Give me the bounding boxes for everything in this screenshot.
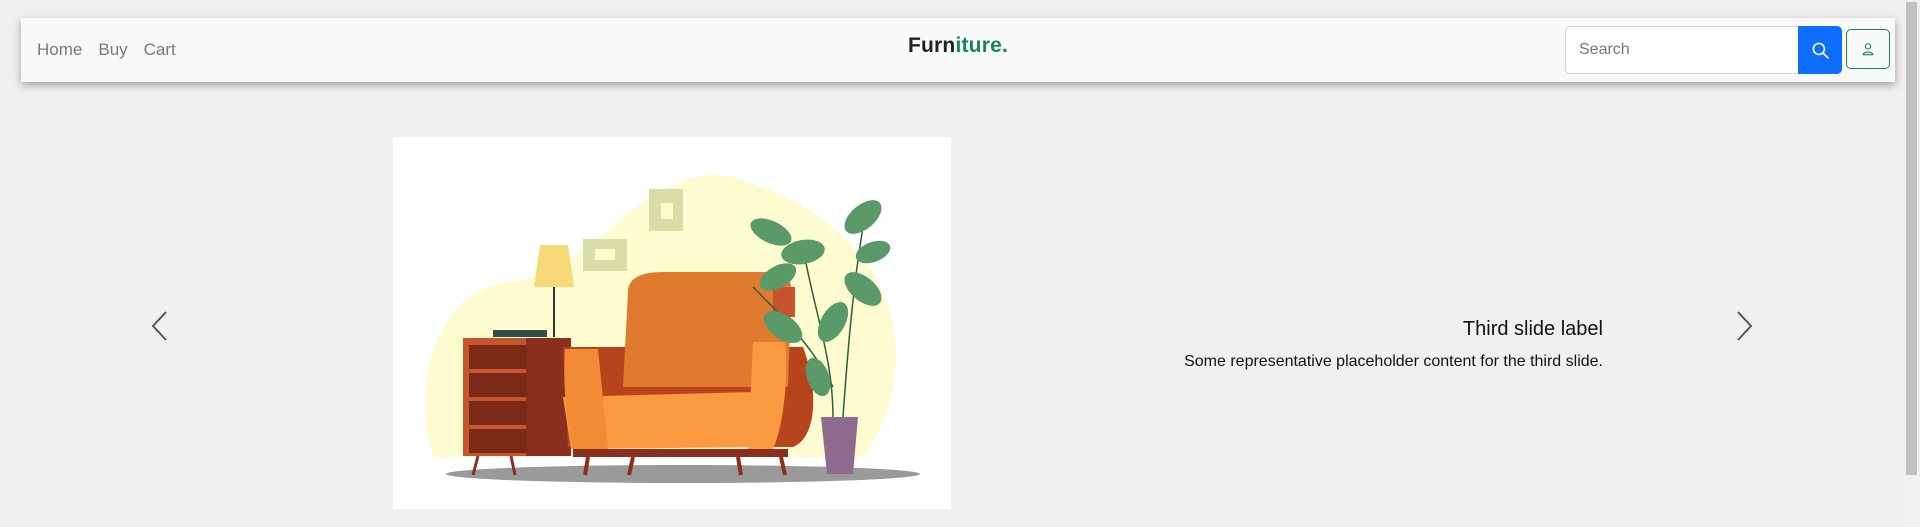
slide-image (393, 137, 951, 509)
navbar: Home Buy Cart Furniture. (21, 18, 1895, 82)
nav-link-cart[interactable]: Cart (136, 40, 184, 60)
search-form (1565, 26, 1842, 74)
brand-part1: Furn (907, 34, 956, 57)
slide-title: Third slide label (1462, 318, 1603, 340)
carousel-next-button[interactable] (1724, 304, 1764, 348)
carousel-prev-button[interactable] (140, 304, 180, 348)
scrollbar-thumb[interactable] (1906, 2, 1917, 475)
brand-dot: . (1001, 34, 1009, 57)
slide-description: Some representative placeholder content … (1184, 353, 1603, 370)
user-button[interactable] (1846, 29, 1890, 69)
page-scrollbar[interactable] (1903, 0, 1920, 527)
brand-part2: iture (955, 34, 1002, 57)
brand-logo[interactable]: Furniture. (908, 34, 1008, 58)
nav-link-home[interactable]: Home (29, 40, 90, 60)
search-icon (1812, 42, 1829, 59)
chevron-right-icon (1737, 311, 1753, 341)
nav-link-buy[interactable]: Buy (90, 40, 135, 60)
nav-links: Home Buy Cart (29, 40, 184, 60)
carousel-caption: Third slide label Some representative pl… (1184, 318, 1603, 371)
user-icon (1862, 43, 1874, 56)
carousel: Third slide label Some representative pl… (0, 82, 1903, 527)
search-input[interactable] (1565, 26, 1798, 74)
search-button[interactable] (1798, 26, 1842, 74)
chevron-left-icon (151, 311, 167, 341)
living-room-illustration (425, 175, 920, 483)
